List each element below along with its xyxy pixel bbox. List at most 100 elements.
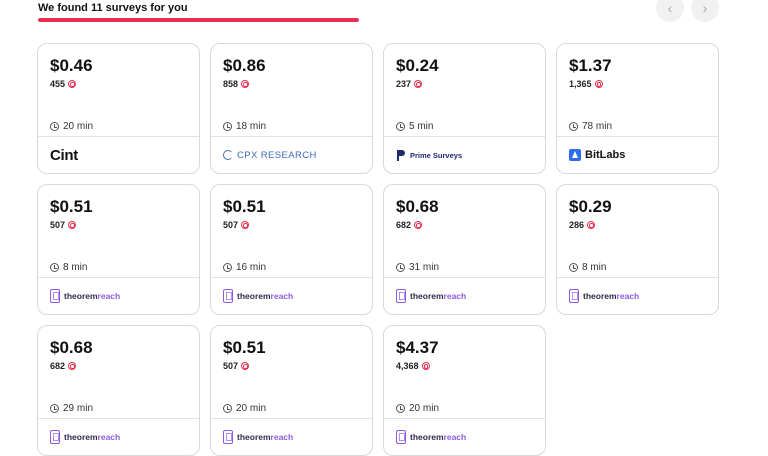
survey-duration: 29 min <box>50 403 93 414</box>
survey-points: 1,365 <box>569 79 603 89</box>
survey-price: $0.51 <box>223 338 266 357</box>
provider-name-part: theorem <box>583 291 617 301</box>
provider-name: Prime Surveys <box>410 150 463 160</box>
provider-name-suffix: reach <box>97 291 121 301</box>
provider-name: theoremreach <box>583 291 639 301</box>
survey-duration-value: 31 min <box>409 262 440 273</box>
survey-card[interactable]: $0.68 682 31 min theoremreach <box>383 184 546 315</box>
survey-price: $0.68 <box>50 338 93 357</box>
provider-name-suffix: reach <box>616 291 640 301</box>
provider-logo: theoremreach <box>50 427 120 447</box>
provider-logo: BitLabs <box>569 145 625 165</box>
survey-points: 507 <box>50 220 77 230</box>
survey-card[interactable]: $0.51 507 8 min theoremreach <box>37 184 200 315</box>
card-divider <box>211 418 372 419</box>
survey-points-value: 682 <box>50 361 66 371</box>
provider-name: Cint <box>50 146 78 164</box>
survey-card[interactable]: $0.86 858 18 min CPX RESEARCH <box>210 43 373 174</box>
progress-bar-fill <box>38 18 359 22</box>
survey-duration: 20 min <box>50 121 93 132</box>
survey-price: $0.51 <box>223 197 266 216</box>
provider-name: theoremreach <box>64 432 120 442</box>
survey-points-value: 507 <box>50 220 66 230</box>
survey-points-value: 858 <box>223 79 239 89</box>
provider-name-suffix: reach <box>270 291 294 301</box>
card-divider <box>384 136 545 137</box>
clock-icon <box>396 122 405 131</box>
survey-duration: 78 min <box>569 121 612 132</box>
survey-card[interactable]: $0.24 237 5 min Prime Surveys <box>383 43 546 174</box>
survey-duration-value: 20 min <box>409 403 440 414</box>
next-page-button[interactable]: › <box>691 0 719 22</box>
progress-bar <box>38 18 359 22</box>
coin-icon <box>594 80 603 88</box>
provider-logo: Cint <box>50 145 78 165</box>
survey-points: 455 <box>50 79 77 89</box>
provider-name-suffix: reach <box>443 432 467 442</box>
provider-name-part: theorem <box>237 432 271 442</box>
survey-price: $0.24 <box>396 56 439 75</box>
card-divider <box>38 418 199 419</box>
survey-card[interactable]: $0.51 507 16 min theoremreach <box>210 184 373 315</box>
card-divider <box>211 277 372 278</box>
provider-logo: CPX RESEARCH <box>223 145 317 165</box>
survey-points-value: 455 <box>50 79 66 89</box>
clock-icon <box>223 263 232 272</box>
survey-card[interactable]: $1.37 1,365 78 min BitLabs <box>556 43 719 174</box>
provider-name-part: theorem <box>237 291 271 301</box>
survey-duration: 20 min <box>396 403 439 414</box>
survey-price: $0.68 <box>396 197 439 216</box>
coin-icon <box>241 80 250 88</box>
theorem-logo-icon <box>396 289 406 303</box>
provider-name-part: theorem <box>64 432 98 442</box>
survey-card[interactable]: $4.37 4,368 20 min theoremreach <box>383 325 546 456</box>
provider-name: theoremreach <box>237 432 293 442</box>
provider-logo: theoremreach <box>396 286 466 306</box>
clock-icon <box>569 263 578 272</box>
theorem-logo-icon <box>50 430 60 444</box>
survey-card[interactable]: $0.68 682 29 min theoremreach <box>37 325 200 456</box>
survey-points: 507 <box>223 220 250 230</box>
survey-price: $4.37 <box>396 338 439 357</box>
survey-grid: $0.46 455 20 min Cint $0.86 858 18 min CPX RESE… <box>37 43 719 456</box>
survey-points: 237 <box>396 79 423 89</box>
theorem-logo-icon <box>569 289 579 303</box>
chevron-left-icon: ‹ <box>667 0 673 16</box>
survey-points: 286 <box>569 220 596 230</box>
provider-logo: theoremreach <box>223 427 293 447</box>
survey-card[interactable]: $0.29 286 8 min theoremreach <box>556 184 719 315</box>
clock-icon <box>396 404 405 413</box>
survey-duration: 20 min <box>223 403 266 414</box>
survey-price: $0.51 <box>50 197 93 216</box>
theorem-logo-icon <box>223 289 233 303</box>
provider-name-suffix: reach <box>270 432 294 442</box>
survey-card[interactable]: $0.51 507 20 min theoremreach <box>210 325 373 456</box>
survey-points-value: 4,368 <box>396 361 419 371</box>
prev-page-button[interactable]: ‹ <box>656 0 684 22</box>
provider-name: theoremreach <box>237 291 293 301</box>
card-divider <box>384 418 545 419</box>
survey-duration-value: 8 min <box>582 262 607 273</box>
page-title: We found 11 surveys for you <box>38 2 188 14</box>
provider-name-part: theorem <box>410 291 444 301</box>
coin-icon <box>68 362 77 370</box>
provider-name-part: theorem <box>64 291 98 301</box>
survey-card[interactable]: $0.46 455 20 min Cint <box>37 43 200 174</box>
bitlabs-logo-icon <box>569 149 581 161</box>
card-divider <box>211 136 372 137</box>
survey-price: $0.46 <box>50 56 93 75</box>
survey-duration-value: 78 min <box>582 121 613 132</box>
coin-icon <box>414 221 423 229</box>
coin-icon <box>241 221 250 229</box>
theorem-logo-icon <box>396 430 406 444</box>
survey-points: 682 <box>396 220 423 230</box>
prime-logo-icon <box>396 149 406 162</box>
clock-icon <box>223 404 232 413</box>
clock-icon <box>223 122 232 131</box>
clock-icon <box>50 263 59 272</box>
card-divider <box>557 136 718 137</box>
survey-points-value: 237 <box>396 79 412 89</box>
theorem-logo-icon <box>50 289 60 303</box>
survey-duration: 8 min <box>569 262 606 273</box>
clock-icon <box>50 122 59 131</box>
